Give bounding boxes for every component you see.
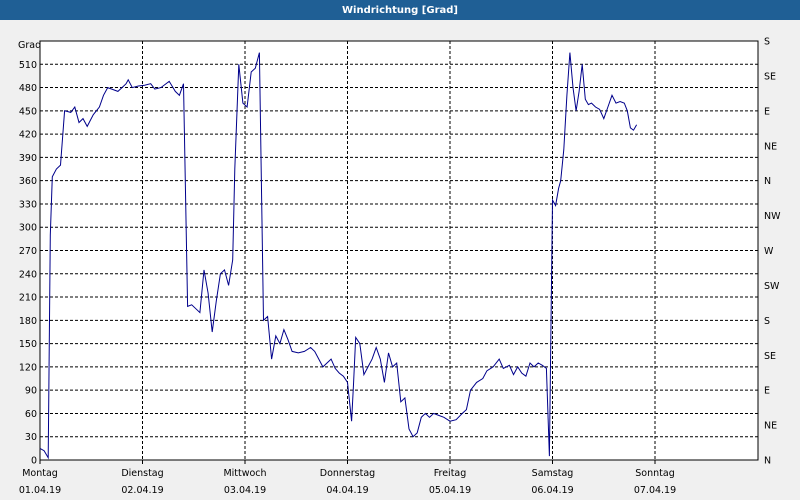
- y-axis-left-ticks: 0 30 60 90 120 150 180 210 240 270 300 330 360 390 420…: [19, 60, 37, 467]
- wind-direction-chart: 0 30 60 90 120 150 180 210 240 270 300 330 360 390 420…: [18, 37, 781, 497]
- x-tick-date: 06.04.19: [531, 485, 573, 496]
- y-tick-label: 90: [25, 386, 37, 397]
- x-tick-date: 03.04.19: [224, 485, 266, 496]
- x-tick-weekday: Samstag: [532, 468, 574, 479]
- y-tick-label: 360: [19, 176, 37, 187]
- x-tick-weekday: Montag: [22, 468, 58, 479]
- y-right-tick-label: SW: [764, 281, 780, 292]
- y-axis-right-ticks: N NE E SE S SW W NW N NE E SE S: [764, 37, 781, 467]
- y-tick-label: 270: [19, 246, 37, 257]
- x-tick-weekday: Sonntag: [635, 468, 674, 479]
- y-right-tick-label: NE: [764, 141, 777, 152]
- y-tick-label: 420: [19, 130, 37, 141]
- y-tick-label: 210: [19, 293, 37, 304]
- y-tick-label: 30: [25, 432, 37, 443]
- x-tick-weekday: Donnerstag: [320, 468, 375, 479]
- x-tick-date: 02.04.19: [121, 485, 163, 496]
- x-tick-date: 01.04.19: [19, 485, 61, 496]
- x-tick-weekday: Mittwoch: [223, 468, 266, 479]
- y-tick-label: 450: [19, 106, 37, 117]
- x-tick-date: 04.04.19: [326, 485, 368, 496]
- y-right-tick-label: N: [764, 456, 771, 467]
- y-right-tick-label: NE: [764, 421, 777, 432]
- x-tick-date: 07.04.19: [634, 485, 676, 496]
- y-right-tick-label: S: [764, 37, 770, 48]
- y-right-tick-label: SE: [764, 71, 776, 82]
- y-right-tick-label: N: [764, 176, 771, 187]
- y-tick-label: 300: [19, 223, 37, 234]
- x-axis-ticks: Montag 01.04.19 Dienstag 02.04.19 Mittwoch 03…: [19, 460, 676, 496]
- y-tick-label: 330: [19, 199, 37, 210]
- y-tick-label: 60: [25, 409, 37, 420]
- y-tick-label: 150: [19, 339, 37, 350]
- y-right-tick-label: NW: [764, 211, 781, 222]
- y-tick-label: 510: [19, 60, 37, 71]
- x-tick-date: 05.04.19: [429, 485, 471, 496]
- y-tick-label: 390: [19, 153, 37, 164]
- y-right-tick-label: SE: [764, 351, 776, 362]
- y-right-tick-label: E: [764, 386, 770, 397]
- y-right-tick-label: W: [764, 246, 774, 257]
- y-axis-label: Grad: [18, 40, 41, 51]
- window-title: Windrichtung [Grad]: [0, 0, 800, 20]
- x-tick-weekday: Dienstag: [121, 468, 163, 479]
- y-right-tick-label: E: [764, 106, 770, 117]
- y-right-tick-label: S: [764, 316, 770, 327]
- y-tick-label: 240: [19, 269, 37, 280]
- y-tick-label: 120: [19, 362, 37, 373]
- y-tick-label: 0: [31, 456, 37, 467]
- y-tick-label: 180: [19, 316, 37, 327]
- x-tick-weekday: Freitag: [434, 468, 467, 479]
- y-tick-label: 480: [19, 83, 37, 94]
